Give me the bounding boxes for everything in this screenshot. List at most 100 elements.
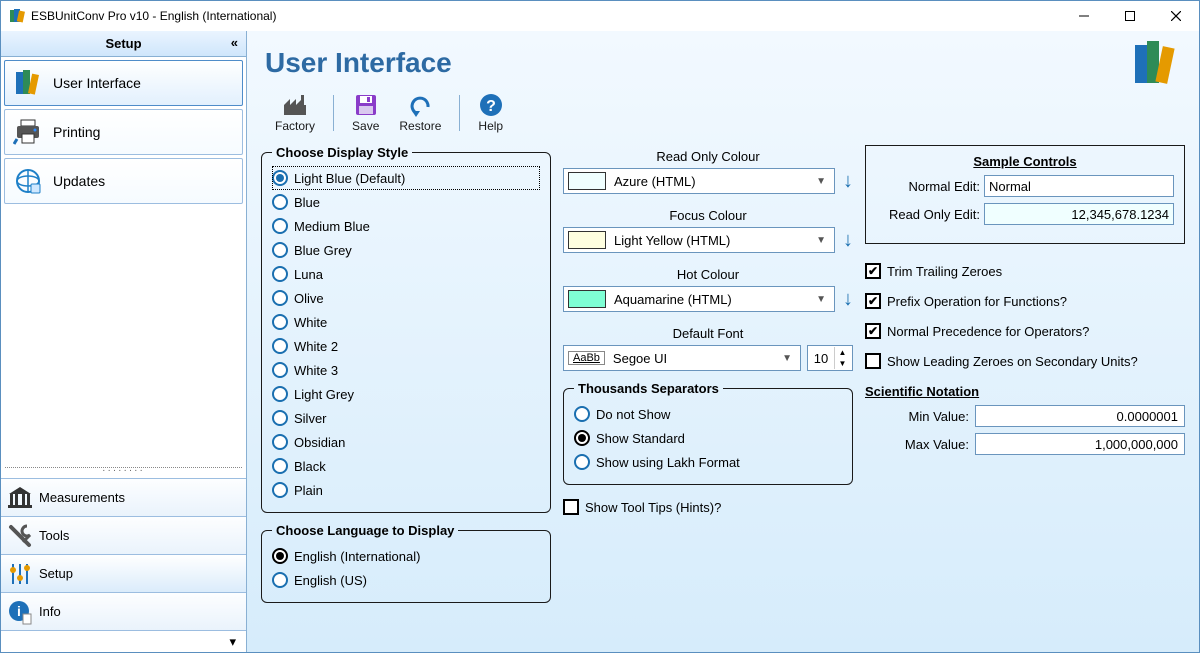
sidebar-collapse-icon[interactable]: « [231,35,238,50]
minimize-button[interactable] [1061,1,1107,31]
radio-label: Show Standard [596,431,685,446]
radio-option[interactable]: Show using Lakh Format [574,450,842,474]
radio-option[interactable]: Do not Show [574,402,842,426]
sidebar-item-updates[interactable]: Updates [4,158,243,204]
colour-swatch [568,172,606,190]
font-combo[interactable]: AaBb Segoe UI ▼ [563,345,801,371]
radio-option[interactable]: Blue [272,190,540,214]
hot-colour-combo[interactable]: Aquamarine (HTML) ▼ [563,286,835,312]
radio-icon [272,362,288,378]
radio-icon [272,572,288,588]
display-style-group: Choose Display Style Light Blue (Default… [261,145,551,513]
min-value-input[interactable] [975,405,1185,427]
radio-option[interactable]: Show Standard [574,426,842,450]
apply-arrow-icon[interactable]: ↓ [843,229,853,252]
sidebar-item-user-interface[interactable]: User Interface [4,60,243,106]
sidebar-item-printing[interactable]: Printing [4,109,243,155]
sidebar-item-label: User Interface [53,75,141,91]
focus-colour-label: Focus Colour [563,208,853,223]
combo-value: Light Yellow (HTML) [614,233,804,248]
normal-edit-input[interactable] [984,175,1174,197]
font-size-spinner[interactable]: ▲▼ [807,345,853,371]
radio-icon [272,338,288,354]
trim-zeroes-checkbox[interactable]: Trim Trailing Zeroes [865,256,1185,286]
colour-swatch [568,290,606,308]
readonly-colour-combo[interactable]: Azure (HTML) ▼ [563,168,835,194]
tools-icon [7,523,33,549]
max-value-input[interactable] [975,433,1185,455]
toolbar-separator [333,95,334,131]
tooltips-checkbox[interactable]: Show Tool Tips (Hints)? [563,495,853,519]
category-measurements[interactable]: Measurements [1,478,246,516]
info-icon: i [7,599,33,625]
radio-option[interactable]: Light Blue (Default) [272,166,540,190]
radio-icon [272,386,288,402]
spinner-up-icon[interactable]: ▲ [834,347,850,358]
radio-icon [272,218,288,234]
font-size-input[interactable] [808,350,834,367]
radio-label: Blue Grey [294,243,352,258]
restore-button[interactable]: Restore [389,91,451,135]
thousands-group: Thousands Separators Do not ShowShow Sta… [563,381,853,485]
apply-arrow-icon[interactable]: ↓ [843,288,853,311]
category-setup[interactable]: Setup [1,554,246,592]
default-font-label: Default Font [563,326,853,341]
radio-icon [272,194,288,210]
titlebar: ESBUnitConv Pro v10 - English (Internati… [1,1,1199,31]
radio-option[interactable]: White 2 [272,334,540,358]
category-info[interactable]: i Info [1,592,246,630]
prefix-op-checkbox[interactable]: Prefix Operation for Functions? [865,286,1185,316]
sliders-icon [7,561,33,587]
institution-icon [7,485,33,511]
precedence-checkbox[interactable]: Normal Precedence for Operators? [865,316,1185,346]
radio-icon [272,242,288,258]
sidebar-item-label: Printing [53,124,100,140]
radio-option[interactable]: Obsidian [272,430,540,454]
readonly-edit-label: Read Only Edit: [876,207,980,222]
leading-zeroes-checkbox[interactable]: Show Leading Zeroes on Secondary Units? [865,346,1185,376]
category-more[interactable]: ▾ [1,630,246,652]
radio-option[interactable]: White 3 [272,358,540,382]
chevron-down-icon: ▼ [812,176,830,187]
radio-icon [272,548,288,564]
language-group: Choose Language to Display English (Inte… [261,523,551,603]
readonly-colour-label: Read Only Colour [563,149,853,164]
books-icon [1129,37,1181,89]
sidebar-grip[interactable]: ········ [1,468,246,478]
radio-option[interactable]: English (US) [272,568,540,592]
save-button[interactable]: Save [342,91,389,135]
help-button[interactable]: ? Help [468,91,513,135]
apply-arrow-icon[interactable]: ↓ [843,170,853,193]
focus-colour-combo[interactable]: Light Yellow (HTML) ▼ [563,227,835,253]
radio-label: Do not Show [596,407,670,422]
spinner-down-icon[interactable]: ▼ [834,358,850,369]
radio-option[interactable]: Silver [272,406,540,430]
radio-option[interactable]: Medium Blue [272,214,540,238]
category-tools[interactable]: Tools [1,516,246,554]
radio-icon [272,410,288,426]
chevron-down-icon: ▼ [778,353,796,364]
radio-label: Plain [294,483,323,498]
close-button[interactable] [1153,1,1199,31]
category-label: Setup [39,566,73,581]
maximize-button[interactable] [1107,1,1153,31]
factory-icon [282,93,308,117]
radio-option[interactable]: Black [272,454,540,478]
category-label: Info [39,604,61,619]
radio-option[interactable]: Luna [272,262,540,286]
max-value-label: Max Value: [865,437,969,452]
svg-text:i: i [17,603,21,619]
radio-option[interactable]: English (International) [272,544,540,568]
radio-option[interactable]: Plain [272,478,540,502]
radio-option[interactable]: Blue Grey [272,238,540,262]
radio-option[interactable]: White [272,310,540,334]
printer-icon [13,117,43,147]
radio-icon [272,170,288,186]
category-label: Measurements [39,490,125,505]
radio-option[interactable]: Light Grey [272,382,540,406]
normal-edit-label: Normal Edit: [876,179,980,194]
checkbox-icon [865,293,881,309]
factory-button[interactable]: Factory [265,91,325,135]
radio-label: Light Grey [294,387,354,402]
radio-option[interactable]: Olive [272,286,540,310]
